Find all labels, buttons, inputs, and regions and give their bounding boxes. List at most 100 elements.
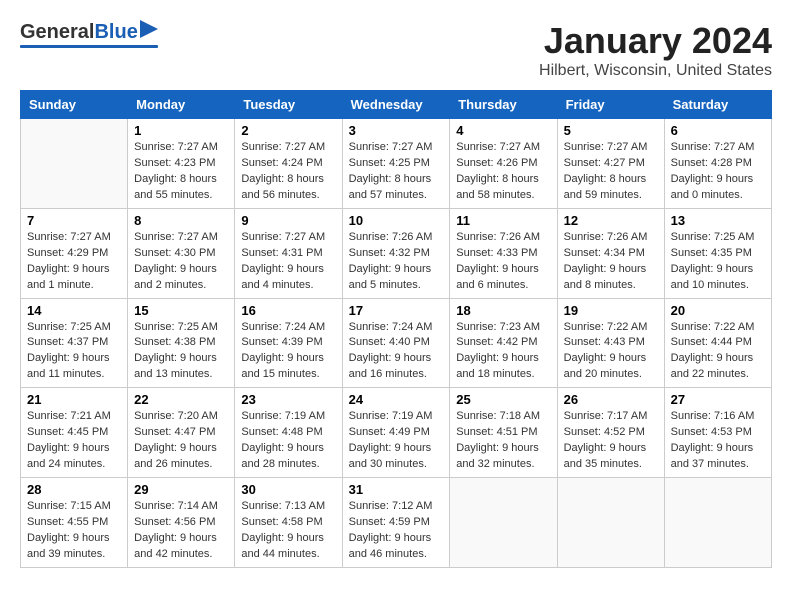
day-number: 25 — [456, 392, 550, 407]
calendar-day-cell: 23 Sunrise: 7:19 AMSunset: 4:48 PMDayligh… — [235, 388, 342, 478]
calendar-day-cell: 15Sunrise: 7:25 AMSunset: 4:38 PMDayligh… — [128, 298, 235, 388]
day-number: 23 — [241, 392, 335, 407]
day-number: 28 — [27, 482, 121, 497]
calendar-header-row: SundayMondayTuesdayWednesdayThursdayFrid… — [21, 91, 772, 119]
calendar-day-header: Tuesday — [235, 91, 342, 119]
calendar-day-cell: 13Sunrise: 7:25 AMSunset: 4:35 PMDayligh… — [664, 208, 771, 298]
calendar-day-cell: 11Sunrise: 7:26 AMSunset: 4:33 PMDayligh… — [450, 208, 557, 298]
calendar-day-cell: 17Sunrise: 7:24 AMSunset: 4:40 PMDayligh… — [342, 298, 450, 388]
day-number: 11 — [456, 213, 550, 228]
calendar-day-cell: 20 Sunrise: 7:22 AMSunset: 4:44 PMDayligh… — [664, 298, 771, 388]
day-info: Sunrise: 7:26 AMSunset: 4:34 PMDaylight:… — [564, 230, 658, 294]
calendar-day-cell — [450, 478, 557, 568]
logo: General Blue — [20, 20, 158, 48]
page-subtitle: Hilbert, Wisconsin, United States — [539, 62, 772, 80]
calendar-day-cell: 2 Sunrise: 7:27 AMSunset: 4:24 PMDaylight… — [235, 119, 342, 209]
calendar-week-row: 14 Sunrise: 7:25 AMSunset: 4:37 PMDayligh… — [21, 298, 772, 388]
calendar-day-cell: 18 Sunrise: 7:23 AMSunset: 4:42 PMDayligh… — [450, 298, 557, 388]
day-info: Sunrise: 7:12 AMSunset: 4:59 PMDaylight:… — [349, 499, 444, 563]
day-number: 2 — [241, 123, 335, 138]
day-info: Sunrise: 7:27 AMSunset: 4:24 PMDaylight:… — [241, 140, 335, 204]
calendar-day-header: Monday — [128, 91, 235, 119]
day-number: 19 — [564, 303, 658, 318]
calendar-day-cell: 26Sunrise: 7:17 AMSunset: 4:52 PMDayligh… — [557, 388, 664, 478]
calendar-day-cell: 9 Sunrise: 7:27 AMSunset: 4:31 PMDaylight… — [235, 208, 342, 298]
calendar-day-cell: 22 Sunrise: 7:20 AMSunset: 4:47 PMDayligh… — [128, 388, 235, 478]
day-info: Sunrise: 7:27 AMSunset: 4:29 PMDaylight:… — [27, 230, 121, 294]
day-info: Sunrise: 7:19 AMSunset: 4:49 PMDaylight:… — [349, 409, 444, 473]
day-info: Sunrise: 7:25 AMSunset: 4:37 PMDaylight:… — [27, 320, 121, 384]
day-info: Sunrise: 7:13 AMSunset: 4:58 PMDaylight:… — [241, 499, 335, 563]
day-number: 29 — [134, 482, 228, 497]
calendar-day-cell: 25 Sunrise: 7:18 AMSunset: 4:51 PMDayligh… — [450, 388, 557, 478]
day-info: Sunrise: 7:19 AMSunset: 4:48 PMDaylight:… — [241, 409, 335, 473]
day-number: 3 — [349, 123, 444, 138]
calendar-week-row: 28 Sunrise: 7:15 AMSunset: 4:55 PMDayligh… — [21, 478, 772, 568]
calendar-day-cell: 6 Sunrise: 7:27 AMSunset: 4:28 PMDaylight… — [664, 119, 771, 209]
day-number: 21 — [27, 392, 121, 407]
calendar-day-cell: 28 Sunrise: 7:15 AMSunset: 4:55 PMDayligh… — [21, 478, 128, 568]
calendar-day-cell: 3 Sunrise: 7:27 AMSunset: 4:25 PMDaylight… — [342, 119, 450, 209]
calendar-day-cell: 24Sunrise: 7:19 AMSunset: 4:49 PMDayligh… — [342, 388, 450, 478]
logo-underline — [20, 45, 158, 48]
calendar-day-header: Saturday — [664, 91, 771, 119]
day-number: 30 — [241, 482, 335, 497]
day-info: Sunrise: 7:22 AMSunset: 4:44 PMDaylight:… — [671, 320, 765, 384]
day-info: Sunrise: 7:20 AMSunset: 4:47 PMDaylight:… — [134, 409, 228, 473]
calendar-day-header: Thursday — [450, 91, 557, 119]
calendar-day-cell — [557, 478, 664, 568]
calendar-week-row: 7Sunrise: 7:27 AMSunset: 4:29 PMDaylight… — [21, 208, 772, 298]
calendar-day-cell: 16Sunrise: 7:24 AMSunset: 4:39 PMDayligh… — [235, 298, 342, 388]
day-number: 26 — [564, 392, 658, 407]
calendar-day-cell: 12 Sunrise: 7:26 AMSunset: 4:34 PMDayligh… — [557, 208, 664, 298]
calendar-day-cell: 14 Sunrise: 7:25 AMSunset: 4:37 PMDayligh… — [21, 298, 128, 388]
day-info: Sunrise: 7:27 AMSunset: 4:27 PMDaylight:… — [564, 140, 658, 204]
day-info: Sunrise: 7:27 AMSunset: 4:26 PMDaylight:… — [456, 140, 550, 204]
day-info: Sunrise: 7:16 AMSunset: 4:53 PMDaylight:… — [671, 409, 765, 473]
calendar-week-row: 21 Sunrise: 7:21 AMSunset: 4:45 PMDayligh… — [21, 388, 772, 478]
calendar-day-cell: 27 Sunrise: 7:16 AMSunset: 4:53 PMDayligh… — [664, 388, 771, 478]
day-number: 22 — [134, 392, 228, 407]
day-info: Sunrise: 7:22 AMSunset: 4:43 PMDaylight:… — [564, 320, 658, 384]
calendar-day-cell: 1 Sunrise: 7:27 AMSunset: 4:23 PMDaylight… — [128, 119, 235, 209]
day-number: 1 — [134, 123, 228, 138]
page-title: January 2024 — [539, 20, 772, 62]
calendar-day-cell: 8Sunrise: 7:27 AMSunset: 4:30 PMDaylight… — [128, 208, 235, 298]
logo-arrow-icon — [140, 20, 158, 38]
calendar-day-cell — [21, 119, 128, 209]
day-info: Sunrise: 7:24 AMSunset: 4:39 PMDaylight:… — [241, 320, 335, 384]
day-info: Sunrise: 7:27 AMSunset: 4:25 PMDaylight:… — [349, 140, 444, 204]
calendar-day-cell — [664, 478, 771, 568]
calendar-week-row: 1 Sunrise: 7:27 AMSunset: 4:23 PMDaylight… — [21, 119, 772, 209]
day-info: Sunrise: 7:27 AMSunset: 4:23 PMDaylight:… — [134, 140, 228, 204]
calendar-day-cell: 30 Sunrise: 7:13 AMSunset: 4:58 PMDayligh… — [235, 478, 342, 568]
calendar-day-cell: 21 Sunrise: 7:21 AMSunset: 4:45 PMDayligh… — [21, 388, 128, 478]
day-info: Sunrise: 7:15 AMSunset: 4:55 PMDaylight:… — [27, 499, 121, 563]
calendar-day-header: Friday — [557, 91, 664, 119]
day-info: Sunrise: 7:23 AMSunset: 4:42 PMDaylight:… — [456, 320, 550, 384]
day-number: 20 — [671, 303, 765, 318]
day-number: 27 — [671, 392, 765, 407]
day-number: 6 — [671, 123, 765, 138]
title-block: January 2024 Hilbert, Wisconsin, United … — [539, 20, 772, 80]
day-info: Sunrise: 7:26 AMSunset: 4:32 PMDaylight:… — [349, 230, 444, 294]
day-info: Sunrise: 7:21 AMSunset: 4:45 PMDaylight:… — [27, 409, 121, 473]
day-info: Sunrise: 7:14 AMSunset: 4:56 PMDaylight:… — [134, 499, 228, 563]
calendar-day-header: Wednesday — [342, 91, 450, 119]
logo-blue: Blue — [94, 21, 137, 44]
day-info: Sunrise: 7:27 AMSunset: 4:28 PMDaylight:… — [671, 140, 765, 204]
calendar-day-cell: 29 Sunrise: 7:14 AMSunset: 4:56 PMDayligh… — [128, 478, 235, 568]
day-info: Sunrise: 7:18 AMSunset: 4:51 PMDaylight:… — [456, 409, 550, 473]
day-info: Sunrise: 7:25 AMSunset: 4:38 PMDaylight:… — [134, 320, 228, 384]
day-info: Sunrise: 7:25 AMSunset: 4:35 PMDaylight:… — [671, 230, 765, 294]
day-number: 14 — [27, 303, 121, 318]
calendar-day-cell: 7Sunrise: 7:27 AMSunset: 4:29 PMDaylight… — [21, 208, 128, 298]
calendar-day-cell: 5Sunrise: 7:27 AMSunset: 4:27 PMDaylight… — [557, 119, 664, 209]
day-info: Sunrise: 7:27 AMSunset: 4:31 PMDaylight:… — [241, 230, 335, 294]
day-number: 10 — [349, 213, 444, 228]
day-number: 18 — [456, 303, 550, 318]
day-number: 4 — [456, 123, 550, 138]
calendar-day-header: Sunday — [21, 91, 128, 119]
day-number: 9 — [241, 213, 335, 228]
day-number: 12 — [564, 213, 658, 228]
